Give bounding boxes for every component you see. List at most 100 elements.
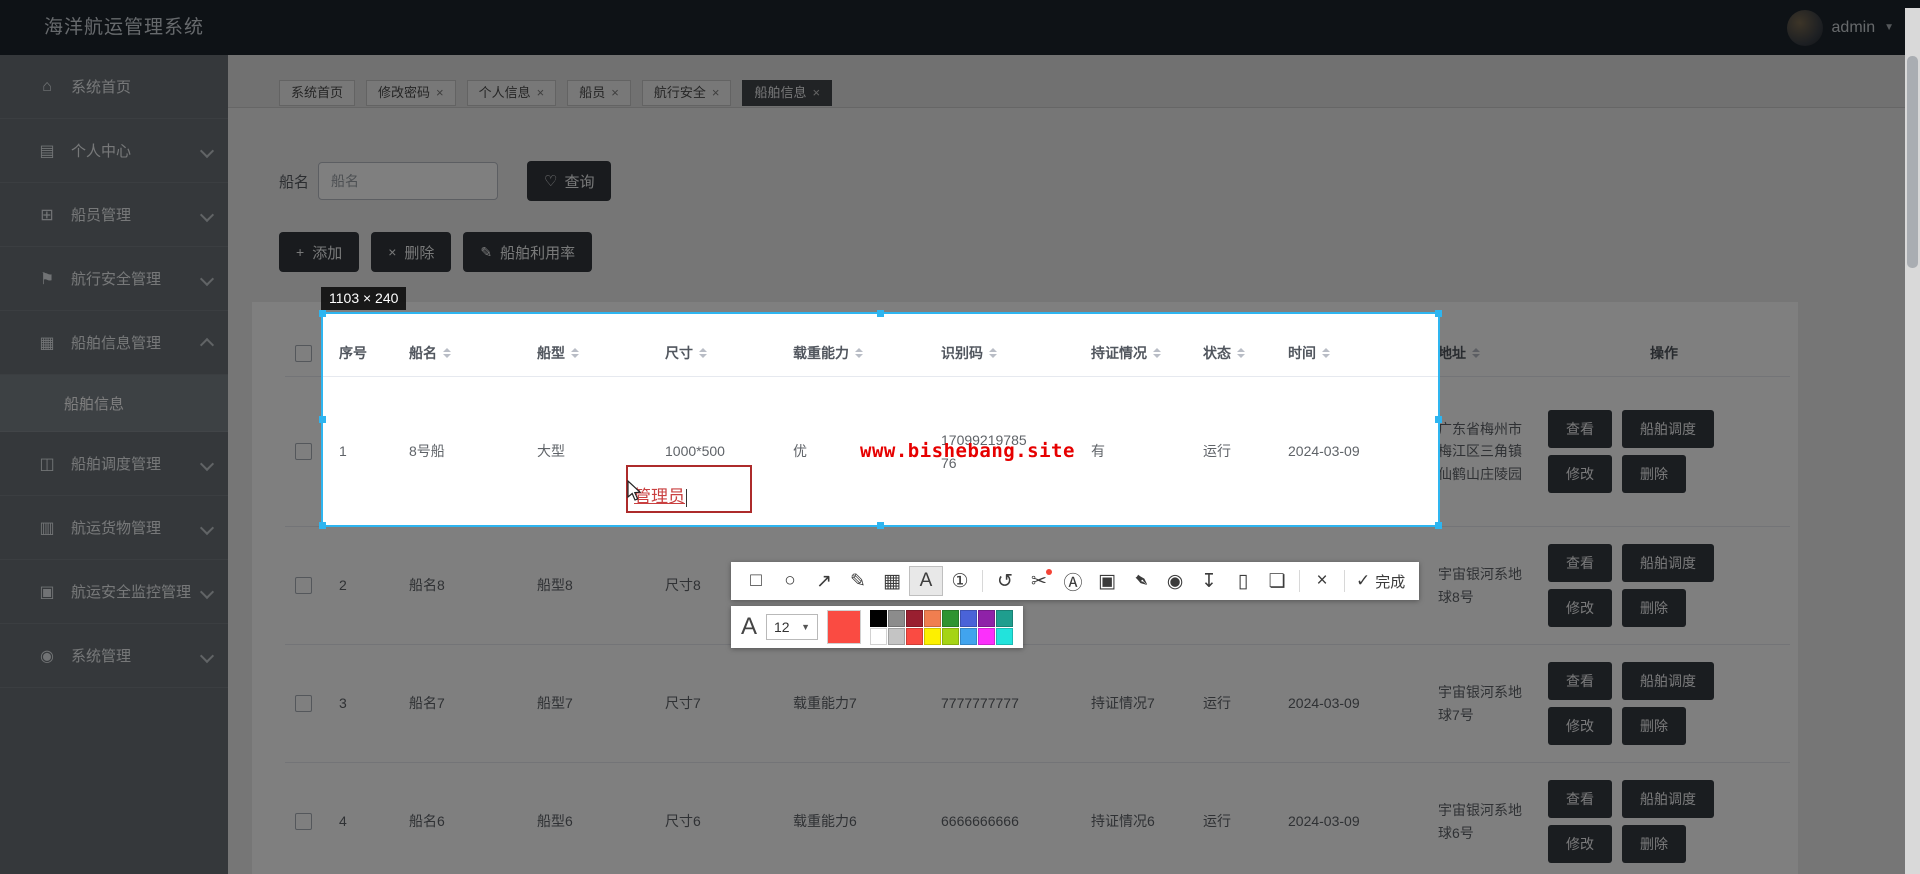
rect-tool-icon[interactable]: □ <box>739 566 773 596</box>
sort-icon[interactable] <box>989 344 997 362</box>
close-icon[interactable]: × <box>436 81 444 105</box>
record-icon[interactable]: ◉ <box>1158 566 1192 596</box>
row-checkbox[interactable] <box>295 577 312 594</box>
sidebar-item-navigation-safety[interactable]: ⚑ 航行安全管理 <box>0 247 228 311</box>
row-checkbox[interactable] <box>295 813 312 830</box>
row-checkbox[interactable] <box>295 695 312 712</box>
selection-handle[interactable] <box>876 310 884 317</box>
tab-home[interactable]: 系统首页 <box>279 80 356 106</box>
current-color-swatch[interactable] <box>827 610 862 644</box>
color-swatch[interactable] <box>942 609 960 627</box>
tab-change-password[interactable]: 修改密码 × <box>366 80 456 106</box>
sort-icon[interactable] <box>699 344 707 362</box>
ship-dispatch-button[interactable]: 船舶调度 <box>1622 780 1714 818</box>
close-icon[interactable]: × <box>712 81 720 105</box>
color-swatch[interactable] <box>888 609 906 627</box>
undo-icon[interactable]: ↺ <box>988 566 1022 596</box>
selection-handle[interactable] <box>319 415 326 423</box>
color-swatch[interactable] <box>906 627 924 645</box>
delete-button[interactable]: × 删除 <box>371 232 452 272</box>
row-checkbox[interactable] <box>295 443 312 460</box>
sidebar-item-system-management[interactable]: ◉ 系统管理 <box>0 624 228 688</box>
sort-icon[interactable] <box>1153 344 1161 362</box>
mobile-icon[interactable]: ▯ <box>1226 566 1260 596</box>
sort-icon[interactable] <box>571 344 579 362</box>
user-menu[interactable]: admin ▼ <box>1786 0 1894 55</box>
color-swatch[interactable] <box>906 609 924 627</box>
tab-crew[interactable]: 船员 × <box>567 80 631 106</box>
scrollbar-thumb[interactable] <box>1907 56 1918 268</box>
color-swatch[interactable] <box>870 609 888 627</box>
ellipse-tool-icon[interactable]: ○ <box>773 566 807 596</box>
tab-ship-info[interactable]: 船舶信息 × <box>742 80 833 106</box>
save-icon[interactable]: ↧ <box>1192 566 1226 596</box>
screen-cut-icon[interactable]: ✂ <box>1022 566 1056 596</box>
tab-personal-info[interactable]: 个人信息 × <box>466 80 557 106</box>
sidebar-item-ship-dispatch[interactable]: ◫ 船舶调度管理 <box>0 432 228 496</box>
text-annotation[interactable]: 管理员 <box>626 465 752 513</box>
color-swatch[interactable] <box>924 627 942 645</box>
font-size-select[interactable]: 12 ▼ <box>766 614 819 640</box>
text-tool-icon[interactable]: A <box>909 566 943 596</box>
selection-handle[interactable] <box>1435 522 1442 529</box>
ship-name-input[interactable] <box>318 162 499 200</box>
pen-tool-icon[interactable]: ✎ <box>841 566 875 596</box>
sidebar-item-ship-info-management[interactable]: ▦ 船舶信息管理 <box>0 311 228 375</box>
delete-row-button[interactable]: 删除 <box>1622 589 1686 627</box>
selection-handle[interactable] <box>1435 310 1442 317</box>
sort-icon[interactable] <box>1472 344 1480 362</box>
scrollbar[interactable] <box>1905 8 1920 874</box>
bookmark-icon[interactable]: ❏ <box>1260 566 1294 596</box>
mosaic-tool-icon[interactable]: ▦ <box>875 566 909 596</box>
select-all-checkbox[interactable] <box>295 344 312 362</box>
text-recognition-icon[interactable]: Ⓐ <box>1056 566 1090 596</box>
selection-handle[interactable] <box>319 522 326 529</box>
tab-navigation-safety[interactable]: 航行安全 × <box>641 80 732 106</box>
sort-icon[interactable] <box>1322 344 1330 362</box>
arrow-tool-icon[interactable]: ↗ <box>807 566 841 596</box>
close-icon[interactable]: × <box>537 81 545 105</box>
view-button[interactable]: 查看 <box>1548 662 1612 700</box>
color-swatch[interactable] <box>960 627 978 645</box>
close-icon[interactable]: × <box>611 81 619 105</box>
sort-icon[interactable] <box>443 344 451 362</box>
sidebar-item-home[interactable]: ⌂ 系统首页 <box>0 55 228 119</box>
color-swatch[interactable] <box>978 609 996 627</box>
color-swatch[interactable] <box>996 627 1014 645</box>
delete-row-button[interactable]: 删除 <box>1622 455 1686 493</box>
close-icon[interactable]: × <box>1305 566 1339 596</box>
sidebar-subitem-ship-info[interactable]: 船舶信息 <box>0 375 228 432</box>
sort-icon[interactable] <box>1237 344 1245 362</box>
color-swatch[interactable] <box>978 627 996 645</box>
step-number-tool-icon[interactable]: ① <box>943 566 977 596</box>
selection-handle[interactable] <box>319 310 326 317</box>
done-button[interactable]: ✓ 完成 <box>1350 571 1411 592</box>
ship-dispatch-button[interactable]: 船舶调度 <box>1622 544 1714 582</box>
close-icon[interactable]: × <box>812 81 820 105</box>
edit-button[interactable]: 修改 <box>1548 589 1612 627</box>
edit-button[interactable]: 修改 <box>1548 707 1612 745</box>
color-swatch[interactable] <box>942 627 960 645</box>
sidebar-item-crew-management[interactable]: ⊞ 船员管理 <box>0 183 228 247</box>
ship-utilization-button[interactable]: ✎ 船舶利用率 <box>463 232 593 272</box>
sidebar-item-personal-center[interactable]: ▤ 个人中心 <box>0 119 228 183</box>
avatar[interactable] <box>1786 9 1823 46</box>
color-swatch[interactable] <box>924 609 942 627</box>
sidebar-item-safety-monitoring[interactable]: ▣ 航运安全监控管理 <box>0 560 228 624</box>
view-button[interactable]: 查看 <box>1548 544 1612 582</box>
color-swatch[interactable] <box>996 609 1014 627</box>
fullscreen-icon[interactable]: ▣ <box>1090 566 1124 596</box>
sort-icon[interactable] <box>855 344 863 362</box>
sidebar-item-cargo-management[interactable]: ▥ 航运货物管理 <box>0 496 228 560</box>
edit-button[interactable]: 修改 <box>1548 455 1612 493</box>
selection-handle[interactable] <box>1435 415 1442 423</box>
edit-button[interactable]: 修改 <box>1548 825 1612 863</box>
color-swatch[interactable] <box>960 609 978 627</box>
color-swatch[interactable] <box>888 627 906 645</box>
view-button[interactable]: 查看 <box>1548 410 1612 448</box>
selection-handle[interactable] <box>876 522 884 529</box>
pin-icon[interactable]: ✒ <box>1124 566 1158 596</box>
add-button[interactable]: + 添加 <box>279 232 360 272</box>
color-swatch[interactable] <box>870 627 888 645</box>
ship-dispatch-button[interactable]: 船舶调度 <box>1622 662 1714 700</box>
